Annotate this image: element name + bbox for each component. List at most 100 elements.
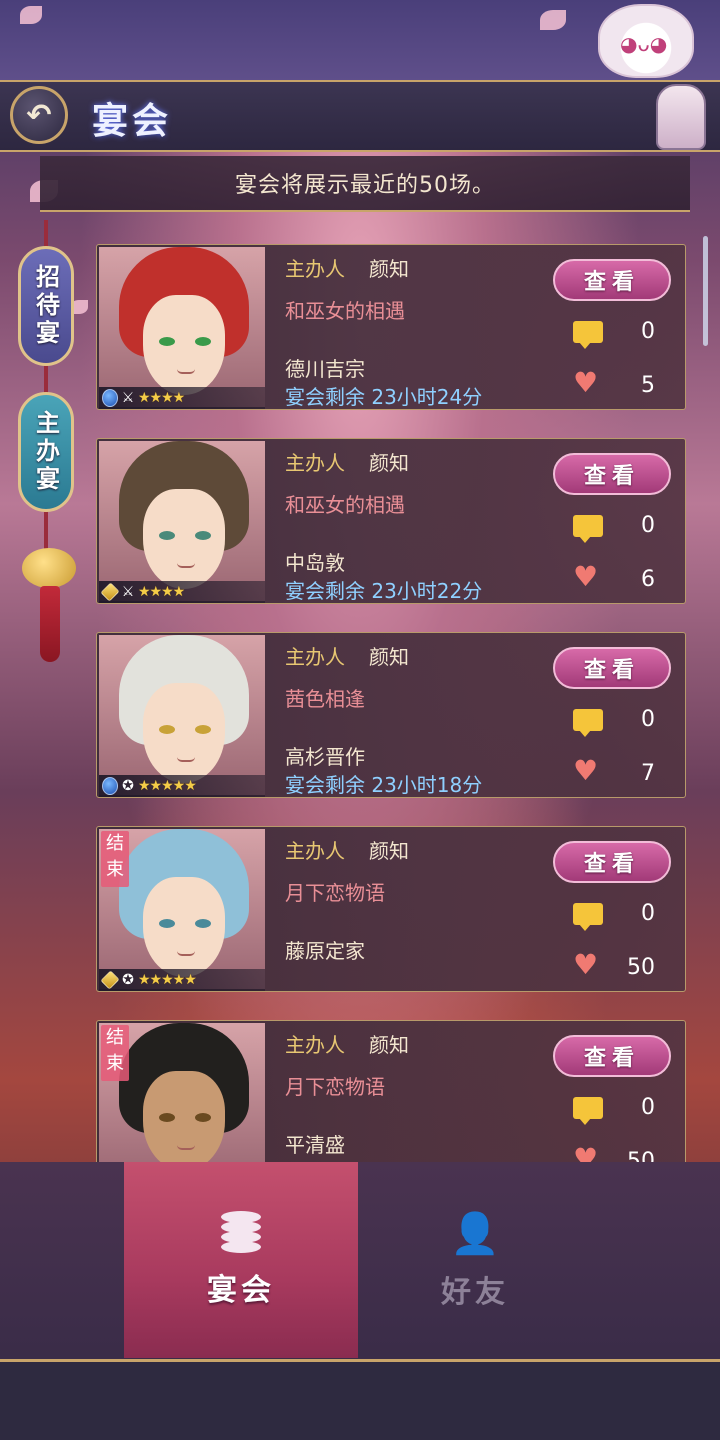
portrait-eye	[195, 337, 211, 346]
rank-bar: ⚔ ★★★★	[99, 581, 265, 603]
host-name: 颜知	[369, 645, 409, 669]
portrait-eye	[195, 725, 211, 734]
tassel-decoration	[40, 586, 60, 662]
comment-count: 0	[641, 513, 655, 538]
character-name: 平清盛	[285, 1133, 345, 1157]
host-label: 主办人	[285, 839, 345, 863]
sake-bottle-icon	[656, 84, 706, 150]
gold-gem-icon	[100, 970, 120, 990]
portrait-face	[143, 683, 225, 783]
character-portrait[interactable]	[99, 635, 265, 795]
like-count: 6	[641, 567, 655, 592]
tab-invite-label: 招待宴	[31, 264, 60, 348]
portrait-face	[143, 489, 225, 589]
nav-friends[interactable]: 👤 好友	[358, 1162, 592, 1358]
pentagram-icon: ✪	[122, 972, 134, 988]
footer-bar	[0, 1362, 720, 1440]
portrait-eye	[195, 919, 211, 928]
like-count: 5	[641, 373, 655, 398]
ended-badge: 结束	[101, 1025, 129, 1081]
banquet-list: ⚔ ★★★★ 主办人 颜知 和巫女的相遇 德川吉宗 宴会剩余 23小时24分 查…	[96, 240, 688, 1162]
story-title: 茜色相逢	[285, 687, 365, 711]
person-icon: 👤	[450, 1210, 500, 1257]
view-button[interactable]: 查看	[553, 1035, 671, 1077]
character-name: 高杉晋作	[285, 745, 365, 769]
nav-banquet-label: 宴会	[207, 1273, 275, 1308]
like-count: 50	[627, 955, 655, 980]
rank-bar: ⚔ ★★★★	[99, 387, 265, 409]
like-count: 50	[627, 1149, 655, 1162]
like-count: 7	[641, 761, 655, 786]
portrait-mouth	[177, 757, 195, 762]
comment-count: 0	[641, 319, 655, 344]
cord-decoration	[44, 366, 48, 394]
tab-invite-banquet[interactable]: 招待宴	[18, 246, 74, 366]
comment-count: 0	[641, 1095, 655, 1120]
portrait-mouth	[177, 951, 195, 956]
character-name: 藤原定家	[285, 939, 365, 963]
gold-gem-icon	[100, 582, 120, 602]
rank-bar: ✪ ★★★★★	[99, 775, 265, 797]
view-button[interactable]: 查看	[553, 259, 671, 301]
story-title: 月下恋物语	[285, 1075, 385, 1099]
rank-bar: ✪ ★★★★★	[99, 969, 265, 991]
notice-text: 宴会将展示最近的50场。	[235, 173, 495, 198]
petal-decoration	[540, 10, 566, 30]
view-button[interactable]: 查看	[553, 647, 671, 689]
portrait-face	[143, 295, 225, 395]
sword-icon: ⚔	[121, 584, 135, 600]
tab-host-label: 主办宴	[31, 410, 60, 494]
comment-count: 0	[641, 707, 655, 732]
host-name: 颜知	[369, 451, 409, 475]
time-remaining: 宴会剩余 23小时24分	[285, 385, 483, 409]
back-button[interactable]: ↶	[10, 86, 68, 144]
story-title: 和巫女的相遇	[285, 299, 405, 323]
host-label: 主办人	[285, 645, 345, 669]
nav-banquet[interactable]: 宴会	[124, 1162, 358, 1358]
banquet-card: ⚔ ★★★★ 主办人 颜知 和巫女的相遇 中岛敦 宴会剩余 23小时22分 查看…	[96, 438, 686, 604]
time-remaining: 宴会剩余 23小时22分	[285, 579, 483, 603]
nav-friends-label: 好友	[441, 1274, 509, 1310]
portrait-eye	[159, 337, 175, 346]
portrait-eye	[195, 1113, 211, 1122]
banquet-card: 结束 ✪ ★★★★★ 主办人 颜知 月下恋物语 藤原定家 查看 0 ♥ 50	[96, 826, 686, 992]
notice-strip: 宴会将展示最近的50场。	[40, 156, 690, 212]
blue-gem-icon	[102, 777, 118, 795]
character-portrait[interactable]	[99, 441, 265, 601]
blue-gem-icon	[102, 389, 118, 407]
portrait-mouth	[177, 563, 195, 568]
star-rating: ★★★★	[138, 584, 185, 600]
portrait-eye	[195, 531, 211, 540]
comment-count: 0	[641, 901, 655, 926]
tab-host-banquet[interactable]: 主办宴	[18, 392, 74, 512]
view-button[interactable]: 查看	[553, 841, 671, 883]
database-icon	[221, 1211, 261, 1255]
story-title: 和巫女的相遇	[285, 493, 405, 517]
star-rating: ★★★★★	[138, 778, 197, 794]
mascot-face-icon: ◕ᴗ◕	[620, 32, 668, 56]
host-label: 主办人	[285, 257, 345, 281]
banquet-card: 结束 主办人 颜知 月下恋物语 平清盛 查看 0 ♥ 50	[96, 1020, 686, 1162]
portrait-face	[143, 877, 225, 977]
back-arrow-icon: ↶	[26, 97, 52, 133]
character-portrait[interactable]	[99, 247, 265, 407]
portrait-eye	[159, 725, 175, 734]
ended-badge: 结束	[101, 831, 129, 887]
host-label: 主办人	[285, 1033, 345, 1057]
bell-icon	[22, 548, 76, 588]
sword-icon: ⚔	[121, 390, 135, 406]
story-title: 月下恋物语	[285, 881, 385, 905]
view-button[interactable]: 查看	[553, 453, 671, 495]
star-rating: ★★★★	[138, 390, 185, 406]
star-rating: ★★★★★	[138, 972, 197, 988]
petal-decoration	[20, 6, 42, 24]
portrait-eye	[159, 919, 175, 928]
portrait-mouth	[177, 369, 195, 374]
scrollbar[interactable]	[703, 236, 708, 346]
banquet-card: ⚔ ★★★★ 主办人 颜知 和巫女的相遇 德川吉宗 宴会剩余 23小时24分 查…	[96, 244, 686, 410]
cord-decoration	[44, 512, 48, 552]
host-label: 主办人	[285, 451, 345, 475]
host-name: 颜知	[369, 839, 409, 863]
character-name: 德川吉宗	[285, 357, 365, 381]
host-name: 颜知	[369, 257, 409, 281]
